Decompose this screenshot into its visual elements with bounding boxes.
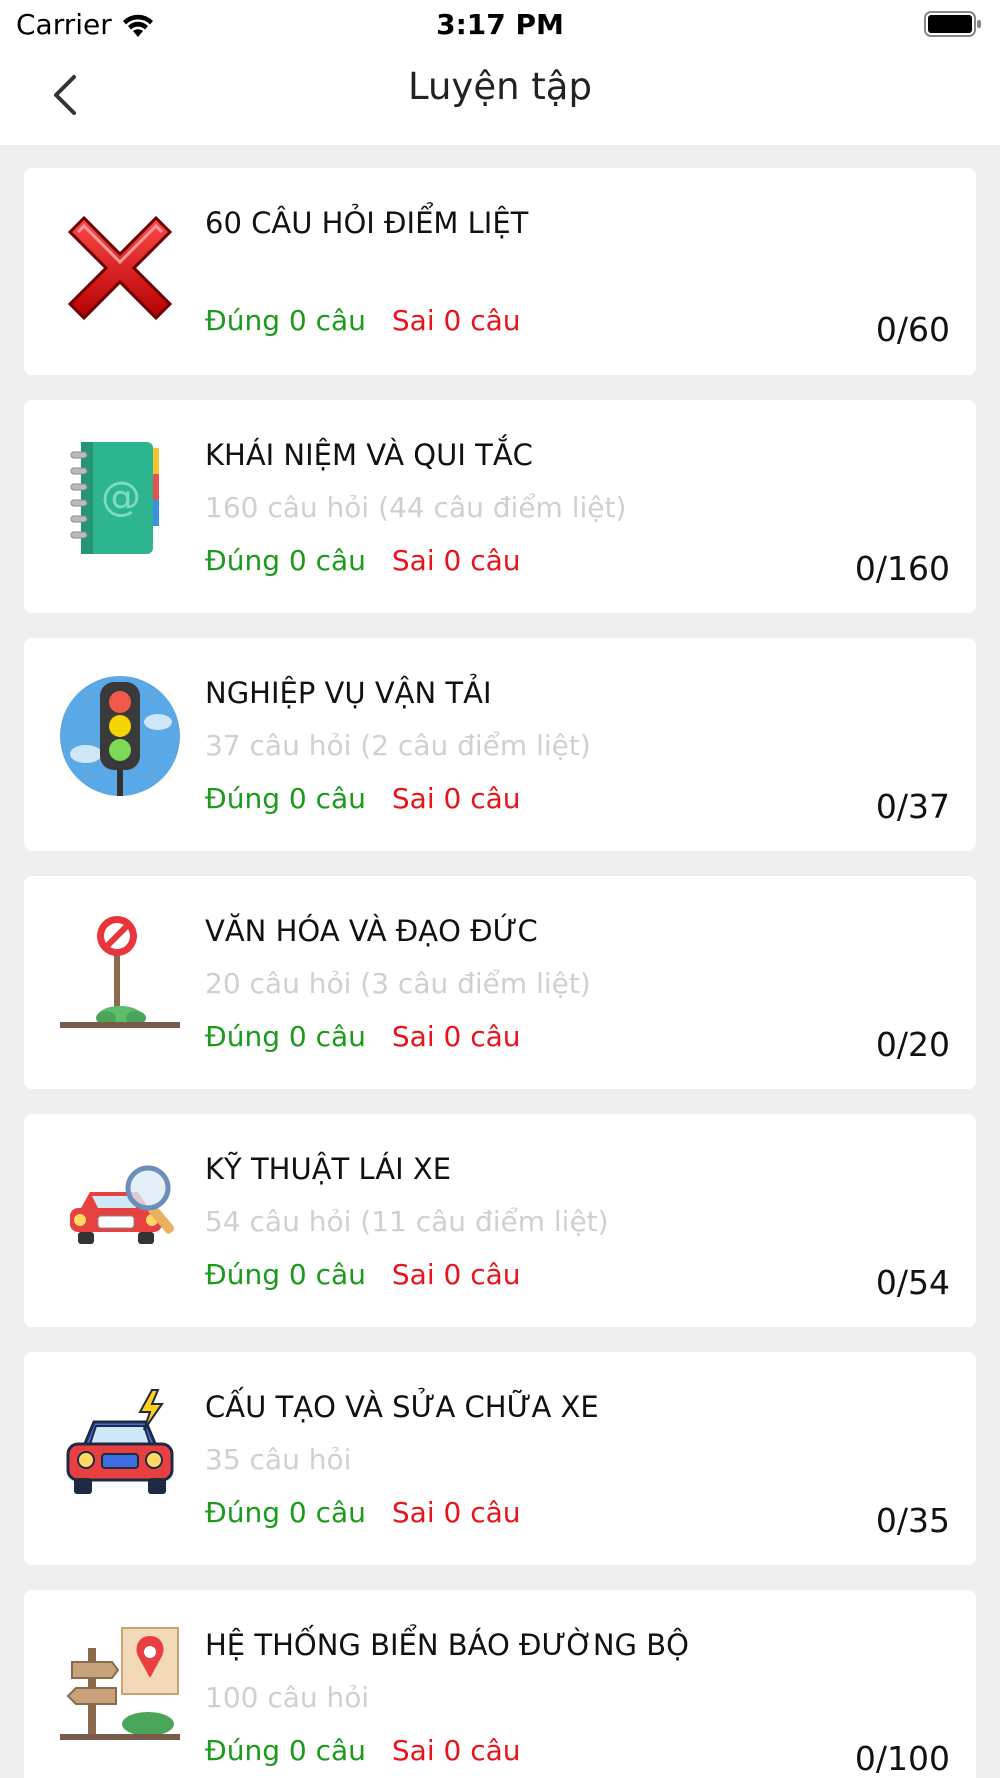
category-card-bien-bao[interactable]: HỆ THỐNG BIỂN BÁO ĐƯỜNG BỘ 100 câu hỏi Đ… (24, 1590, 976, 1778)
address-book-icon: @ (58, 436, 182, 560)
wrong-count: Sai 0 câu (391, 782, 521, 815)
category-card-diem-liet[interactable]: 60 CÂU HỎI ĐIỂM LIỆT Đúng 0 câu Sai 0 câ… (24, 168, 976, 375)
category-subtitle: 54 câu hỏi (11 câu điểm liệt) (205, 1205, 609, 1238)
category-subtitle: 160 câu hỏi (44 câu điểm liệt) (205, 491, 627, 524)
wrong-count: Sai 0 câu (391, 1020, 521, 1053)
category-subtitle: 35 câu hỏi (205, 1443, 352, 1476)
correct-count: Đúng 0 câu (205, 1020, 366, 1053)
stats: Đúng 0 câu Sai 0 câu (205, 304, 521, 337)
stats: Đúng 0 câu Sai 0 câu (205, 1020, 521, 1053)
wrong-count: Sai 0 câu (391, 304, 521, 337)
stats: Đúng 0 câu Sai 0 câu (205, 782, 521, 815)
category-title: VĂN HÓA VÀ ĐẠO ĐỨC (205, 914, 538, 948)
navigation-bar: Luyện tập (0, 55, 1000, 135)
category-card-khai-niem[interactable]: @ KHÁI NIỆM VÀ QUI TẮC 160 câu hỏi (44 c… (24, 400, 976, 613)
progress-count: 0/100 (854, 1739, 950, 1778)
car-magnifier-icon (58, 1150, 182, 1274)
progress-count: 0/160 (854, 549, 950, 588)
status-time: 3:17 PM (436, 8, 564, 41)
correct-count: Đúng 0 câu (205, 782, 366, 815)
progress-count: 0/54 (875, 1263, 950, 1302)
category-title: KỸ THUẬT LÁI XE (205, 1152, 452, 1186)
category-card-nghiep-vu[interactable]: NGHIỆP VỤ VẬN TẢI 37 câu hỏi (2 câu điểm… (24, 638, 976, 851)
wrong-count: Sai 0 câu (391, 1496, 521, 1529)
category-list: 60 CÂU HỎI ĐIỂM LIỆT Đúng 0 câu Sai 0 câ… (24, 168, 976, 1778)
category-card-cau-tao[interactable]: CẤU TẠO VÀ SỬA CHỮA XE 35 câu hỏi Đúng 0… (24, 1352, 976, 1565)
category-title: CẤU TẠO VÀ SỬA CHỮA XE (205, 1390, 599, 1424)
svg-text:@: @ (101, 474, 141, 520)
top-bar: Carrier 3:17 PM Luyện tập (0, 0, 1000, 145)
wrong-count: Sai 0 câu (391, 1258, 521, 1291)
correct-count: Đúng 0 câu (205, 1734, 366, 1767)
stats: Đúng 0 câu Sai 0 câu (205, 544, 521, 577)
category-title: 60 CÂU HỎI ĐIỂM LIỆT (205, 206, 529, 240)
progress-count: 0/20 (875, 1025, 950, 1064)
page-title: Luyện tập (408, 65, 592, 108)
car-lightning-icon (58, 1388, 182, 1512)
progress-count: 0/60 (875, 310, 950, 349)
stats: Đúng 0 câu Sai 0 câu (205, 1258, 521, 1291)
category-subtitle: 100 câu hỏi (205, 1681, 370, 1714)
category-card-van-hoa[interactable]: VĂN HÓA VÀ ĐẠO ĐỨC 20 câu hỏi (3 câu điể… (24, 876, 976, 1089)
status-bar: Carrier 3:17 PM (0, 0, 1000, 50)
category-title: HỆ THỐNG BIỂN BÁO ĐƯỜNG BỘ (205, 1628, 689, 1662)
stats: Đúng 0 câu Sai 0 câu (205, 1496, 521, 1529)
progress-count: 0/35 (875, 1501, 950, 1540)
progress-count: 0/37 (875, 787, 950, 826)
red-x-icon (58, 206, 182, 330)
category-subtitle: 20 câu hỏi (3 câu điểm liệt) (205, 967, 591, 1000)
correct-count: Đúng 0 câu (205, 1258, 366, 1291)
correct-count: Đúng 0 câu (205, 1496, 366, 1529)
signpost-map-icon (58, 1626, 182, 1750)
correct-count: Đúng 0 câu (205, 544, 366, 577)
battery-icon (924, 11, 981, 37)
traffic-light-icon (58, 674, 182, 798)
stats: Đúng 0 câu Sai 0 câu (205, 1734, 521, 1767)
category-subtitle: 37 câu hỏi (2 câu điểm liệt) (205, 729, 591, 762)
category-card-ky-thuat[interactable]: KỸ THUẬT LÁI XE 54 câu hỏi (11 câu điểm … (24, 1114, 976, 1327)
wrong-count: Sai 0 câu (391, 1734, 521, 1767)
wrong-count: Sai 0 câu (391, 544, 521, 577)
correct-count: Đúng 0 câu (205, 304, 366, 337)
category-title: KHÁI NIỆM VÀ QUI TẮC (205, 438, 533, 472)
no-entry-sign-icon (58, 912, 182, 1036)
category-title: NGHIỆP VỤ VẬN TẢI (205, 676, 492, 710)
